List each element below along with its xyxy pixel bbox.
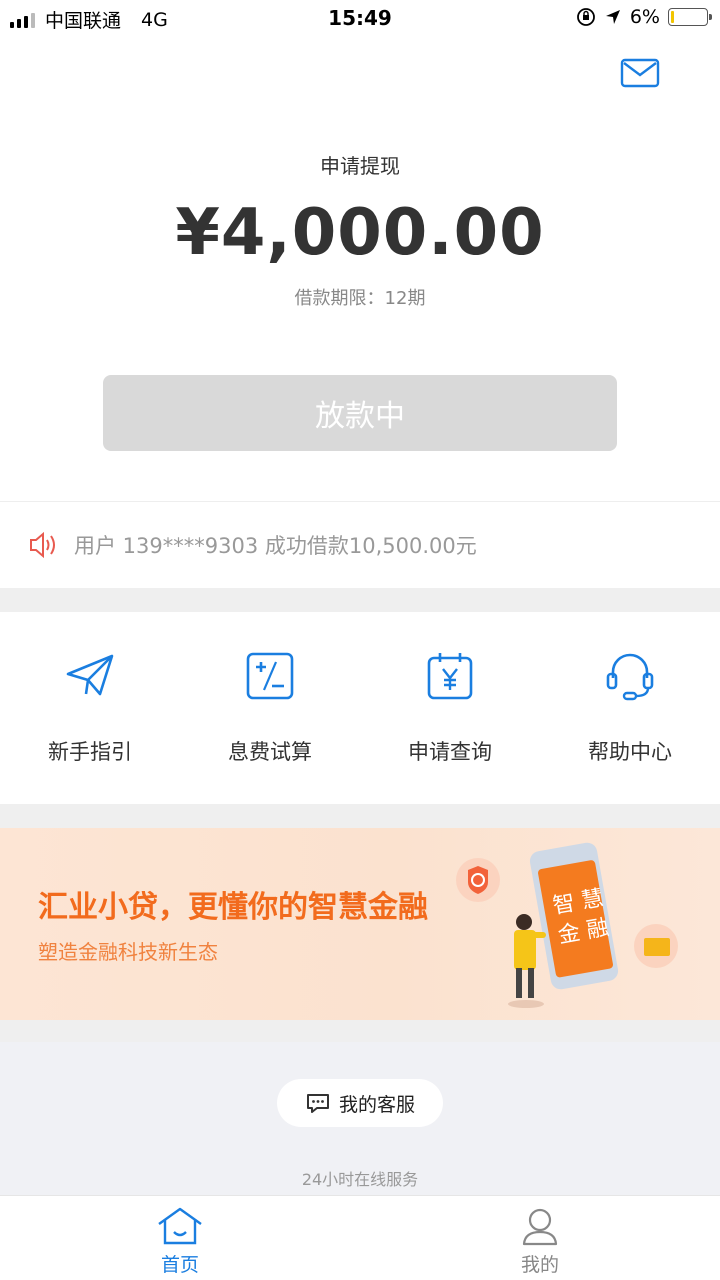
page-title: 申请提现	[320, 154, 400, 178]
rotation-lock-icon	[576, 8, 595, 26]
user-icon	[522, 1208, 558, 1246]
section-gap	[0, 588, 720, 612]
mail-button[interactable]	[620, 57, 660, 89]
menu-item-guide[interactable]: 新手指引	[0, 612, 180, 804]
menu-item-query[interactable]: 申请查询	[360, 612, 540, 804]
notice-text: 用户 139****9303 成功借款10,500.00元	[74, 534, 477, 558]
promo-banner[interactable]: 汇业小贷，更懂你的智慧金融 塑造金融科技新生态 智 慧 金 融	[0, 828, 720, 1020]
loan-notice-bar: 用户 139****9303 成功借款10,500.00元	[0, 502, 720, 588]
menu-item-label: 息费试算	[228, 740, 312, 764]
loan-amount: ¥4,000.00	[175, 196, 545, 270]
menu-item-calculator[interactable]: 息费试算	[180, 612, 360, 804]
bottom-tab-bar: 首页 我的	[0, 1195, 720, 1280]
mail-icon	[620, 58, 660, 88]
customer-service-button[interactable]: 我的客服	[277, 1079, 443, 1127]
disbursing-status-button[interactable]: 放款中	[103, 375, 617, 451]
customer-service-label: 我的客服	[338, 1094, 415, 1116]
paper-plane-icon	[66, 654, 114, 696]
banner-subtitle: 塑造金融科技新生态	[38, 940, 218, 964]
location-arrow-icon	[605, 10, 620, 24]
tab-mine-label: 我的	[520, 1254, 559, 1276]
menu-item-label: 帮助中心	[588, 740, 672, 764]
quick-menu: 新手指引 息费试算 申请查询 帮助中心	[0, 612, 720, 804]
loan-term: 借款期限：12期	[294, 288, 426, 309]
menu-item-label: 新手指引	[48, 740, 132, 764]
tab-home-label: 首页	[160, 1254, 199, 1276]
calculator-icon	[246, 652, 294, 700]
calendar-yen-icon	[427, 653, 473, 700]
support-section: 我的客服 24小时在线服务	[0, 1042, 720, 1195]
tab-mine[interactable]: 我的	[360, 1196, 720, 1280]
tab-home[interactable]: 首页	[0, 1196, 360, 1280]
menu-item-label: 申请查询	[408, 740, 492, 764]
speaker-icon	[30, 531, 55, 559]
chat-bubble-icon	[306, 1094, 329, 1113]
battery-icon	[668, 8, 712, 26]
status-bar: 中国联通 4G 15:49 6%	[0, 0, 720, 38]
battery-percent: 6%	[629, 6, 660, 28]
menu-item-help[interactable]: 帮助中心	[540, 612, 720, 804]
section-gap	[0, 804, 720, 828]
banner-title: 汇业小贷，更懂你的智慧金融	[38, 890, 428, 925]
section-gap	[0, 1020, 720, 1042]
service-hours-text: 24小时在线服务	[301, 1170, 419, 1189]
headset-icon	[606, 653, 654, 701]
home-icon	[158, 1207, 202, 1245]
banner-illustration: 智 慧 金 融	[456, 842, 678, 1008]
